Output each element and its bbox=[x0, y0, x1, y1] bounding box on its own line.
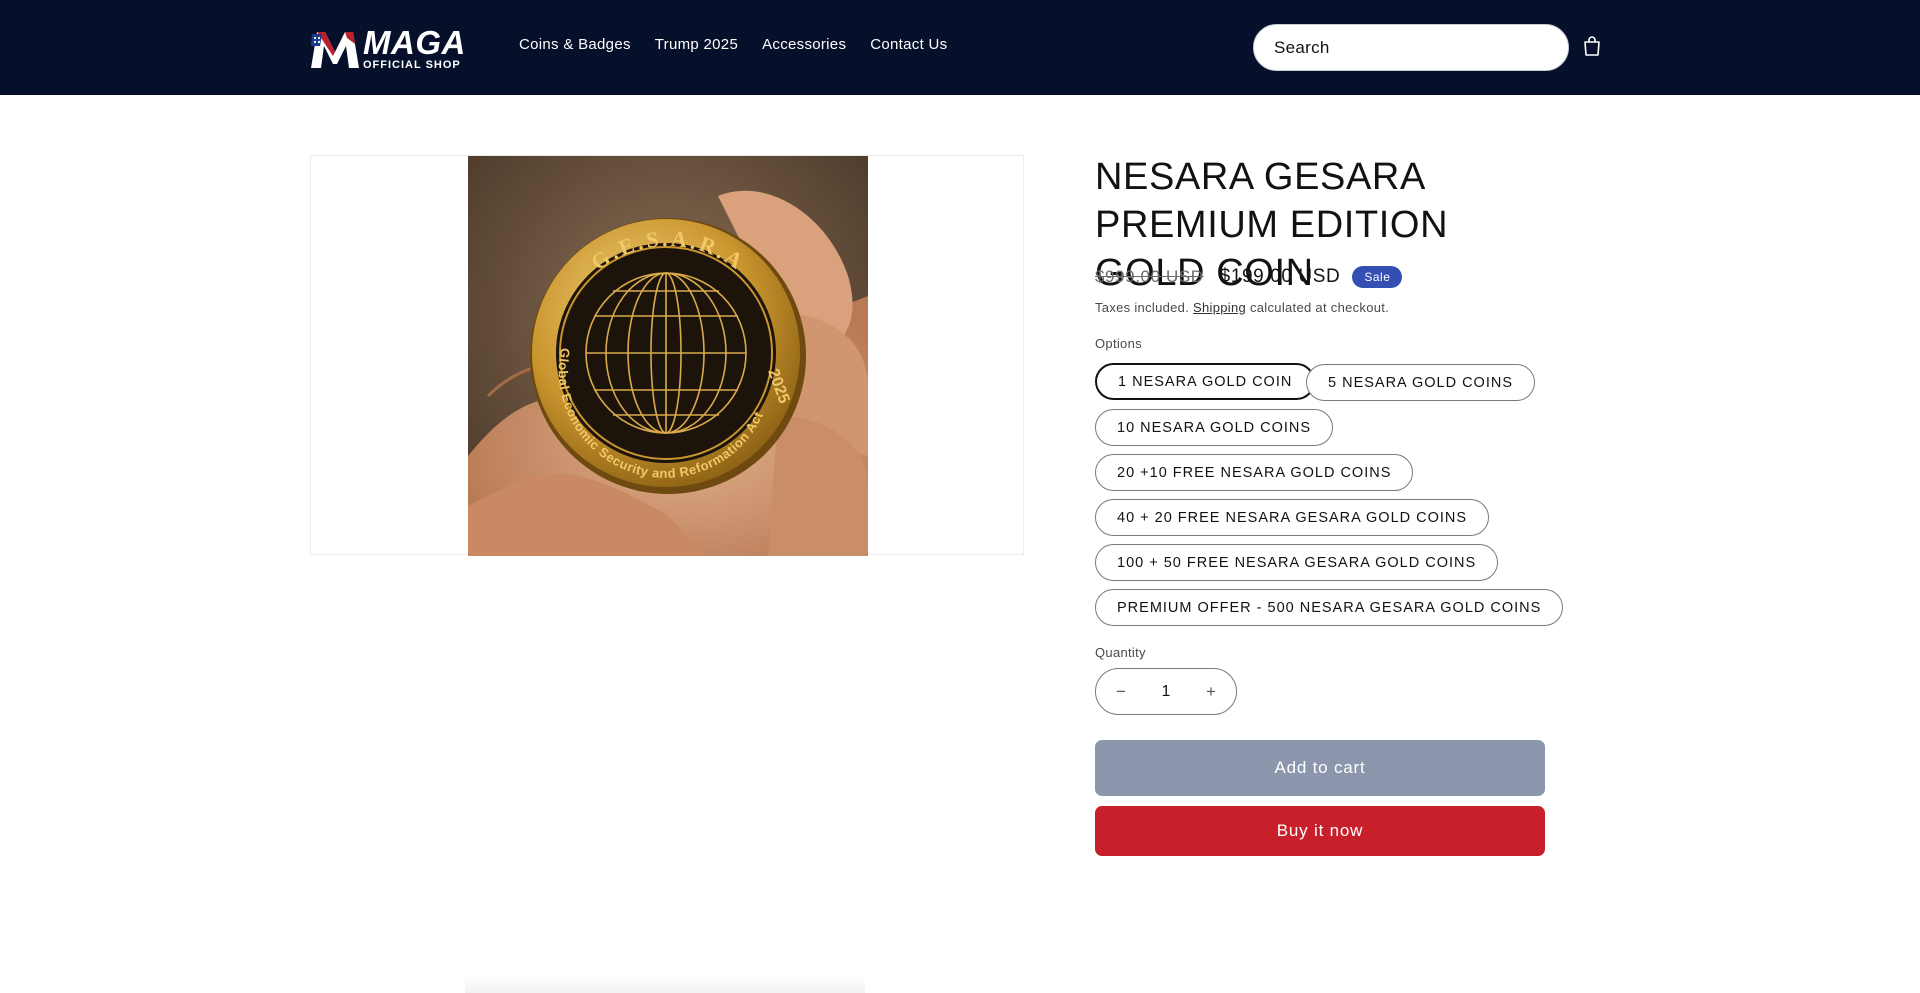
cart-icon[interactable] bbox=[1580, 34, 1604, 58]
logo-wordmark: MAGA OFFICIAL SHOP bbox=[363, 26, 466, 71]
add-to-cart-button[interactable]: Add to cart bbox=[1095, 740, 1545, 796]
option-premium-500[interactable]: PREMIUM OFFER - 500 NESARA GESARA GOLD C… bbox=[1095, 589, 1564, 626]
nav-coins-badges[interactable]: Coins & Badges bbox=[519, 36, 631, 53]
option-40-coins[interactable]: 40 + 20 FREE NESARA GESARA GOLD COINS bbox=[1095, 499, 1490, 536]
option-20-coins[interactable]: 20 +10 FREE NESARA GOLD COINS bbox=[1095, 454, 1414, 491]
main-nav: Coins & Badges Trump 2025 Accessories Co… bbox=[519, 36, 971, 53]
logo-text-sub: OFFICIAL SHOP bbox=[363, 58, 461, 71]
quantity-plus-button[interactable]: + bbox=[1200, 682, 1222, 702]
next-media-edge bbox=[465, 975, 865, 993]
buy-now-button[interactable]: Buy it now bbox=[1095, 806, 1545, 856]
sale-badge: Sale bbox=[1352, 266, 1403, 288]
search-input[interactable]: Search bbox=[1253, 24, 1569, 71]
price-sale: $199.00 USD bbox=[1219, 266, 1341, 287]
site-header: MAGA OFFICIAL SHOP Coins & Badges Trump … bbox=[0, 0, 1920, 95]
coin-in-hand-image: G.E.S.A.R.A 2025 Global Economic Securit… bbox=[468, 156, 868, 556]
tax-note: Taxes included. Shipping calculated at c… bbox=[1095, 300, 1389, 315]
option-10-coins[interactable]: 10 NESARA GOLD COINS bbox=[1095, 409, 1334, 446]
tax-suffix: calculated at checkout. bbox=[1249, 300, 1390, 315]
price-row: $999.00 USD $199.00 USD Sale bbox=[1095, 266, 1403, 288]
option-100-coins[interactable]: 100 + 50 FREE NESARA GESARA GOLD COINS bbox=[1095, 544, 1499, 581]
product-image[interactable]: G.E.S.A.R.A 2025 Global Economic Securit… bbox=[468, 156, 868, 556]
quantity-label: Quantity bbox=[1095, 645, 1146, 660]
nav-trump-2025[interactable]: Trump 2025 bbox=[655, 36, 738, 53]
shipping-link[interactable]: Shipping bbox=[1193, 300, 1246, 315]
flag-m-icon bbox=[311, 32, 359, 68]
nav-contact-us[interactable]: Contact Us bbox=[870, 36, 947, 53]
quantity-minus-button[interactable]: − bbox=[1110, 682, 1132, 702]
maga-logo[interactable]: MAGA OFFICIAL SHOP bbox=[309, 26, 481, 70]
option-1-coin[interactable]: 1 NESARA GOLD COIN bbox=[1095, 363, 1316, 400]
search-placeholder: Search bbox=[1274, 37, 1330, 57]
quantity-stepper: − 1 + bbox=[1095, 668, 1237, 715]
options-label: Options bbox=[1095, 336, 1142, 351]
tax-prefix: Taxes included. bbox=[1095, 300, 1190, 315]
nav-accessories[interactable]: Accessories bbox=[762, 36, 846, 53]
price-original: $999.00 USD bbox=[1095, 267, 1204, 286]
quantity-input[interactable]: 1 bbox=[1162, 683, 1171, 701]
option-5-coins[interactable]: 5 NESARA GOLD COINS bbox=[1306, 364, 1535, 401]
logo-text-main: MAGA bbox=[363, 23, 466, 61]
